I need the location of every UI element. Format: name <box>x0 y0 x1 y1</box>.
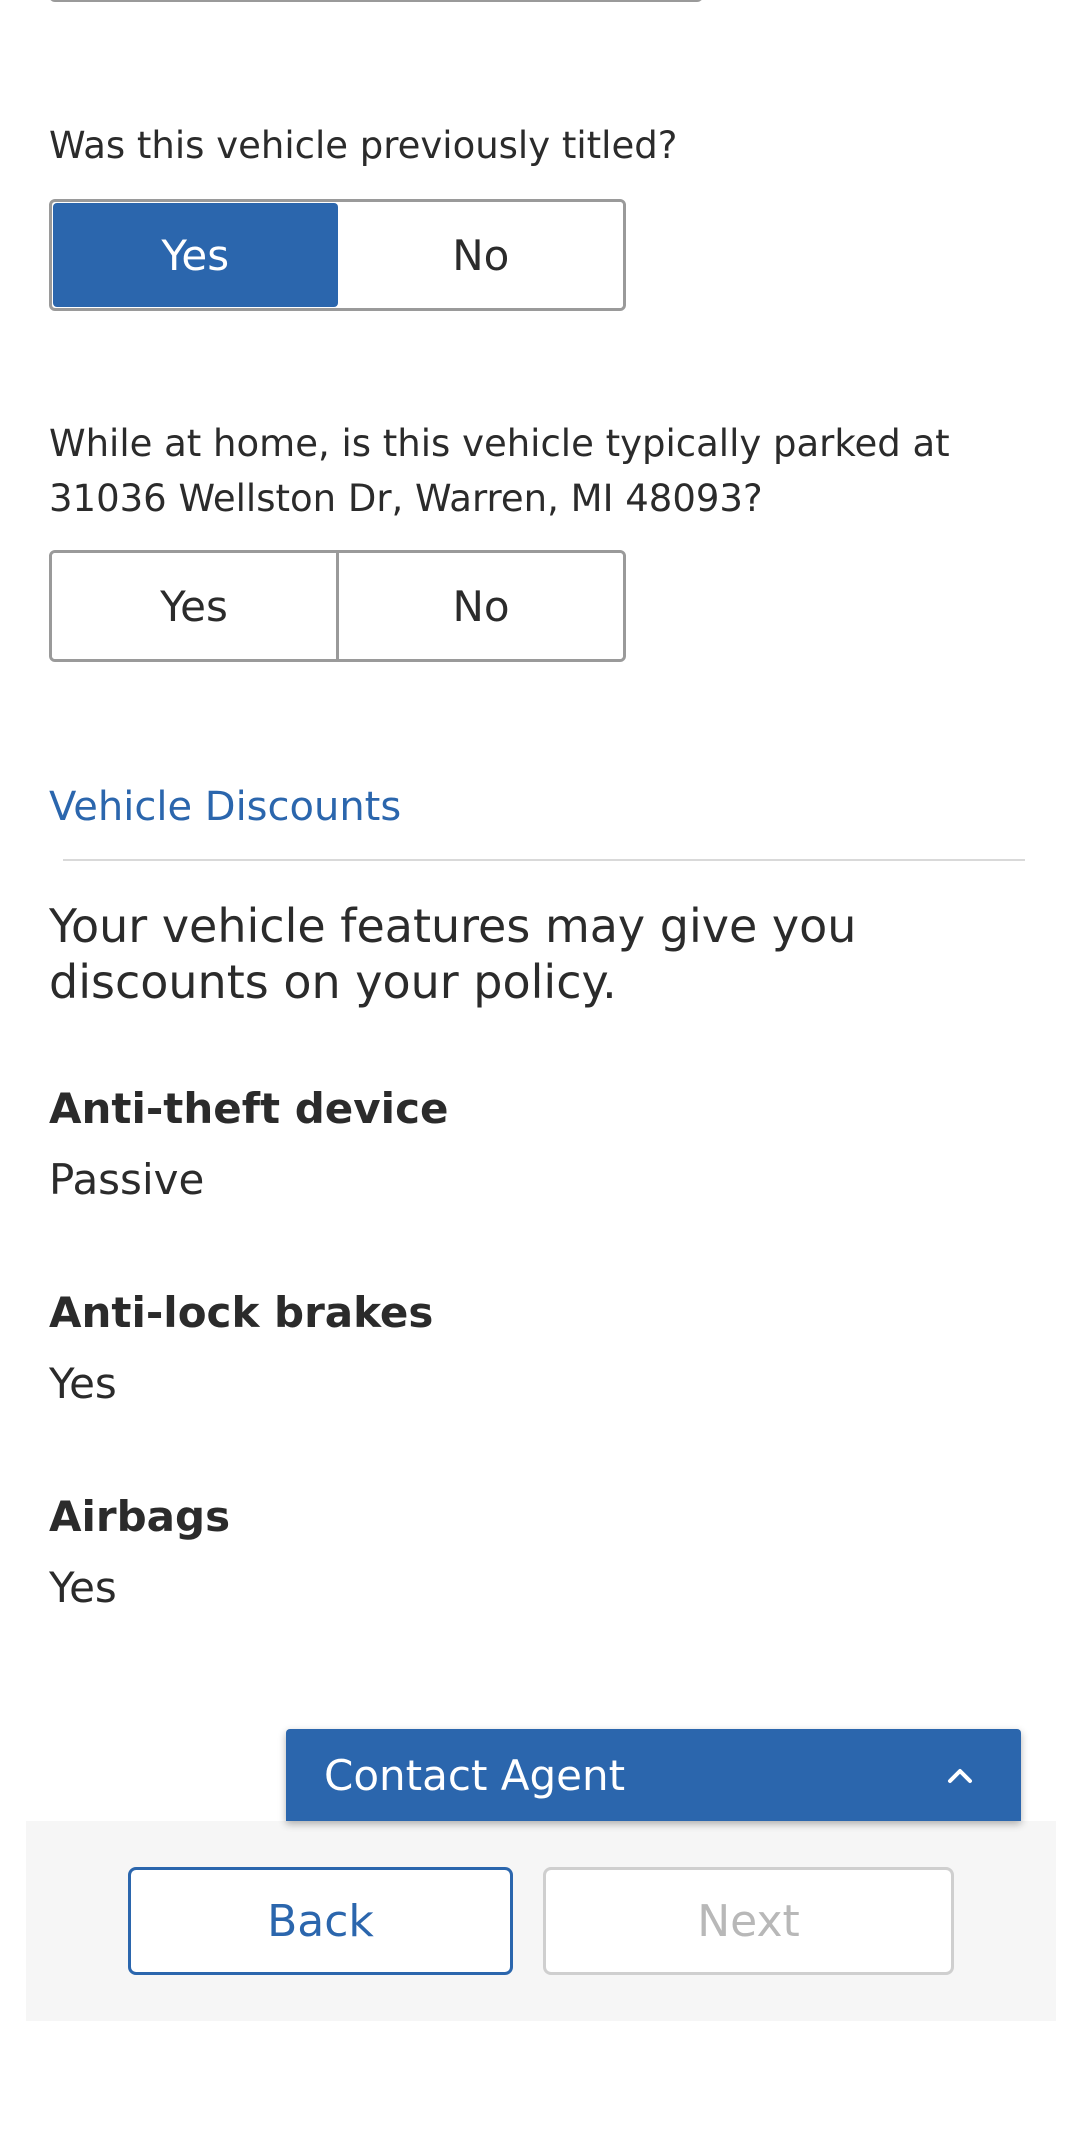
previous-input-field[interactable] <box>49 0 703 2</box>
back-button[interactable]: Back <box>128 1867 513 1975</box>
section-divider <box>63 859 1025 861</box>
previously-titled-toggle: Yes No <box>49 199 626 311</box>
chevron-up-icon <box>945 1760 975 1790</box>
airbags-label: Airbags <box>49 1492 231 1541</box>
previously-titled-yes-button[interactable]: Yes <box>53 203 338 307</box>
anti-lock-brakes-label: Anti-lock brakes <box>49 1288 434 1337</box>
vehicle-discounts-heading: Vehicle Discounts <box>49 784 402 830</box>
parked-at-home-question: While at home, is this vehicle typically… <box>49 422 950 520</box>
next-button[interactable]: Next <box>543 1867 954 1975</box>
parked-at-home-toggle: Yes No <box>49 550 626 662</box>
parked-at-home-yes-button[interactable]: Yes <box>52 553 339 659</box>
anti-theft-label: Anti-theft device <box>49 1084 449 1133</box>
airbags-value: Yes <box>49 1563 117 1612</box>
anti-theft-value: Passive <box>49 1155 205 1204</box>
discounts-intro-text: Your vehicle features may give you disco… <box>49 899 857 1009</box>
contact-agent-button[interactable]: Contact Agent <box>286 1729 1021 1821</box>
previously-titled-no-button[interactable]: No <box>338 202 623 308</box>
anti-lock-brakes-value: Yes <box>49 1359 117 1408</box>
contact-agent-label: Contact Agent <box>324 1750 626 1800</box>
parked-at-home-no-button[interactable]: No <box>339 553 623 659</box>
previously-titled-question: Was this vehicle previously titled? <box>49 124 678 167</box>
